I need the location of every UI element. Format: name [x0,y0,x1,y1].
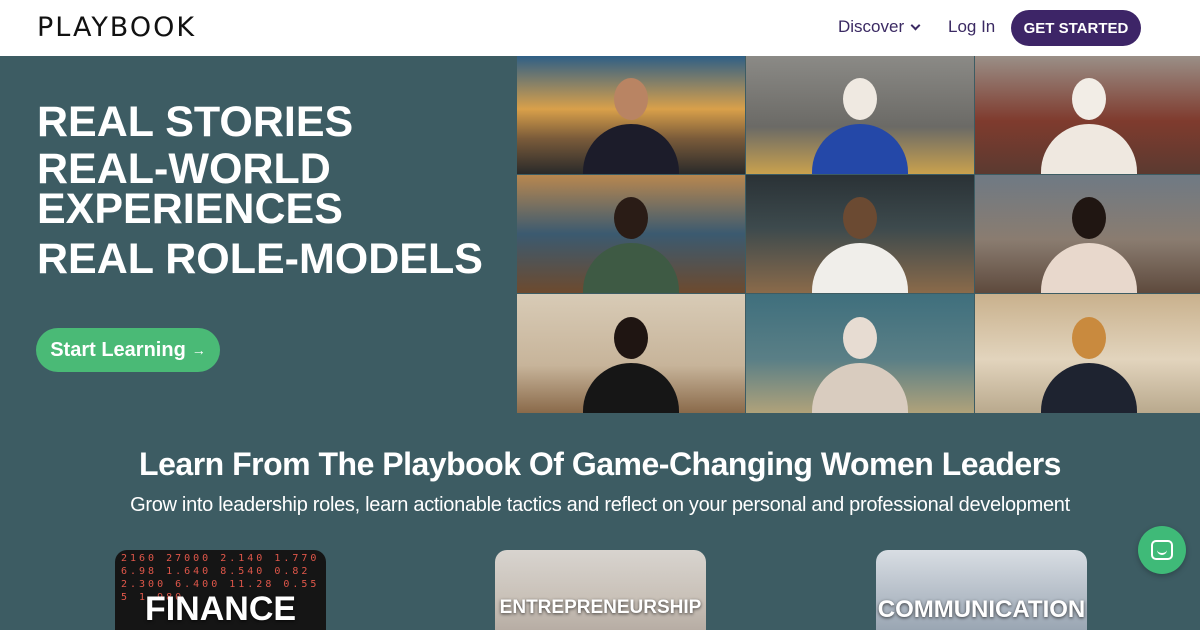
role-model-photo [517,294,745,413]
chevron-down-icon [910,20,921,30]
category-label: ENTREPRENEURSHIP [499,597,702,618]
category-card-finance[interactable]: 2160 27000 2.140 1.770 6.98 1.640 8.540 … [115,550,326,630]
logo[interactable]: PLAYBOOK [37,12,196,43]
hero-line-2: REAL-WORLD EXPERIENCES [37,145,343,233]
hero-line-1: REAL STORIES [37,98,354,146]
arrow-right-icon: → [191,342,206,358]
nav-login[interactable]: Log In [948,17,995,37]
start-learning-button[interactable]: Start Learning → [36,328,220,372]
role-models-photo-grid [517,56,1200,413]
category-label: COMMUNICATION [877,596,1086,623]
site-header: PLAYBOOK Discover Log In GET STARTED [0,0,1200,56]
hero-headline: REAL STORIES REAL-WORLD EXPERIENCES REAL… [37,100,497,286]
section-subtitle: Grow into leadership roles, learn action… [130,494,1070,516]
section-title: Learn From The Playbook Of Game-Changing… [139,446,1061,482]
role-model-photo [746,175,974,293]
role-model-photo [975,294,1200,413]
role-model-photo [975,175,1200,293]
nav-discover-label: Discover [838,17,905,36]
role-model-photo [517,56,745,174]
hero-line-3: REAL ROLE-MODELS [37,235,483,283]
chat-bubble-icon [1151,540,1173,560]
category-card-entrepreneurship[interactable]: ENTREPRENEURSHIP [495,550,706,630]
role-model-photo [746,56,974,174]
get-started-button[interactable]: GET STARTED [1011,10,1141,46]
category-label: FINANCE [144,590,297,628]
chat-launcher-button[interactable] [1138,526,1186,574]
start-learning-label: Start Learning [50,338,186,361]
nav-discover[interactable]: Discover [838,17,921,37]
role-model-photo [746,294,974,413]
role-model-photo [517,175,745,293]
category-card-communication[interactable]: COMMUNICATION [876,550,1087,630]
role-model-photo [975,56,1200,174]
